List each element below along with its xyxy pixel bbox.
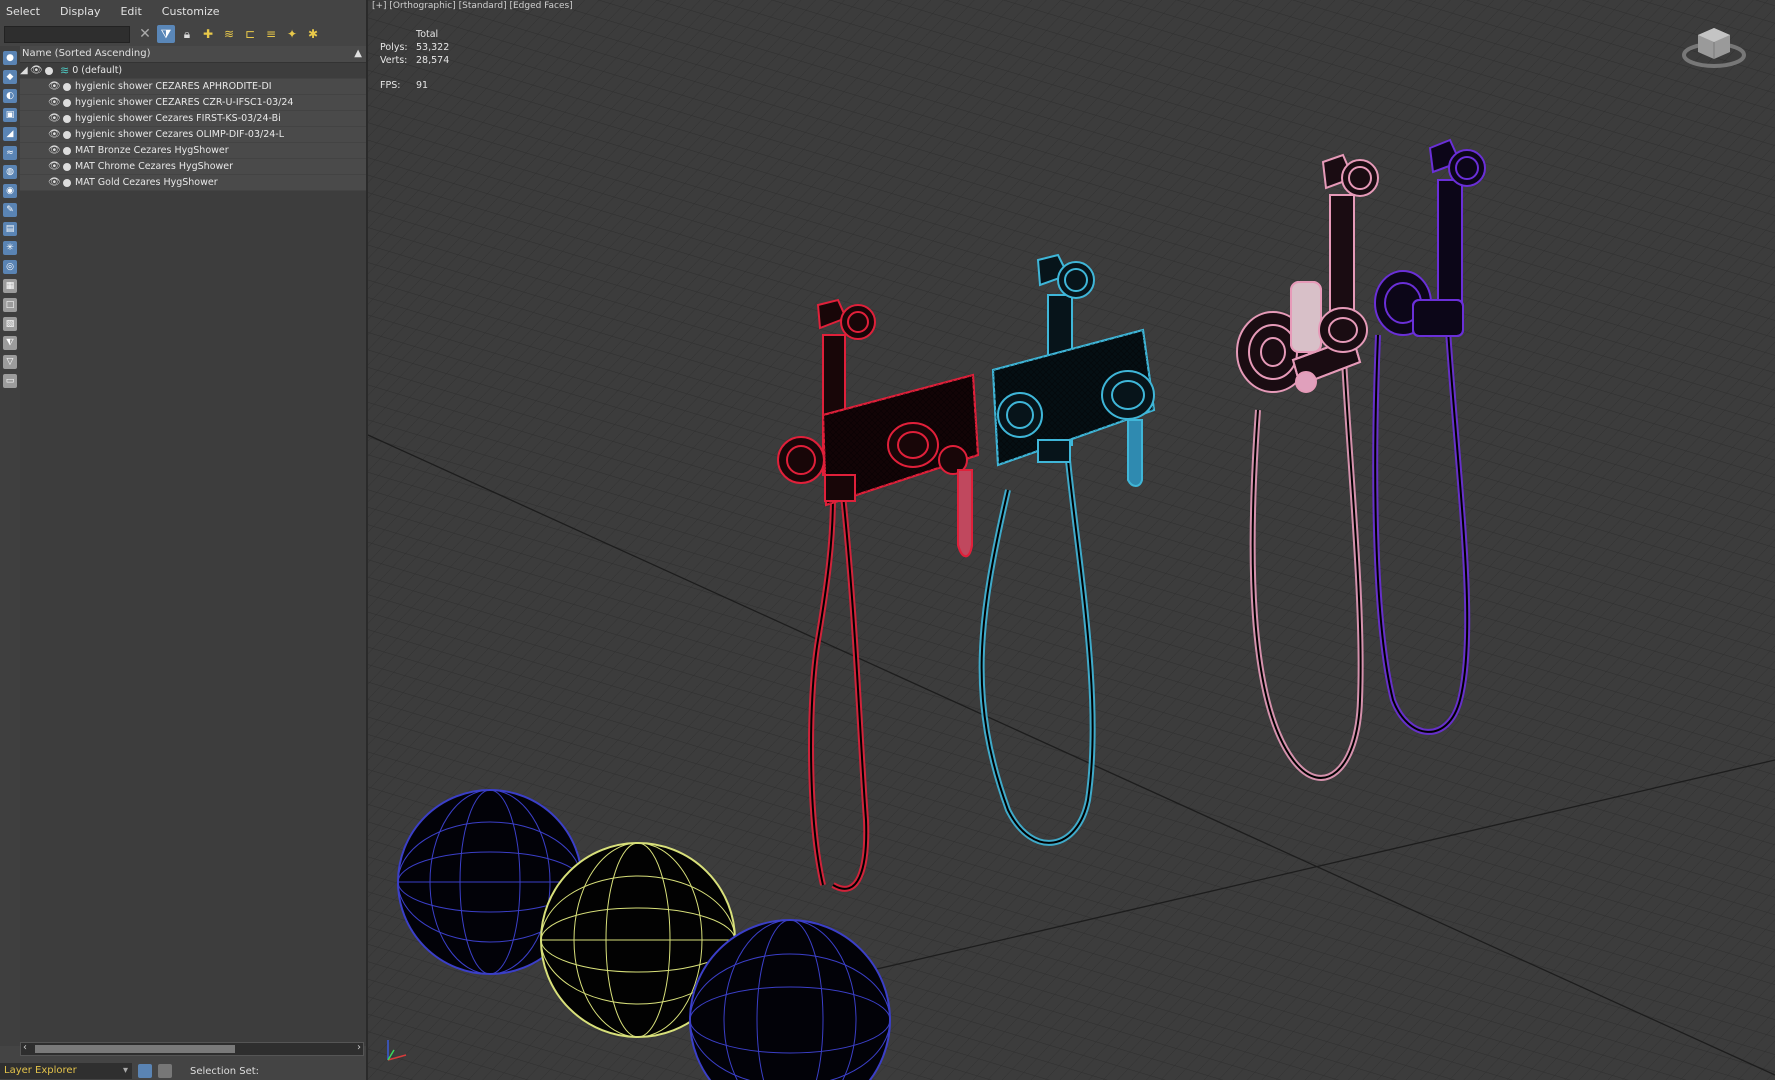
tree-row[interactable]: 👁︎ MAT Bronze Cezares HygShower <box>20 143 366 159</box>
stats-total-label: Total <box>416 29 439 40</box>
explorer-type-dropdown[interactable]: Layer Explorer <box>0 1063 132 1079</box>
settings-icon[interactable]: ✱ <box>304 25 322 43</box>
object-name: MAT Chrome Cezares HygShower <box>75 161 234 172</box>
tree-row[interactable]: 👁︎ hygienic shower CEZARES APHRODITE-DI <box>20 79 366 95</box>
lock-icon[interactable]: 🔒︎ <box>178 25 196 43</box>
render-dot-icon[interactable] <box>63 82 71 91</box>
polys-value: 53,322 <box>416 42 450 53</box>
selection-set-label: Selection Set: <box>190 1065 260 1077</box>
explorer-status-bar: Layer Explorer Selection Set: <box>0 1062 366 1080</box>
tree-row[interactable]: 👁︎ hygienic shower Cezares OLIMP-DIF-03/… <box>20 127 366 143</box>
hierarchy-icon[interactable]: ⊏ <box>241 25 259 43</box>
layer-name: 0 (default) <box>72 65 123 76</box>
display-invert-icon[interactable]: ▧ <box>3 317 17 331</box>
horizontal-scrollbar[interactable]: ‹ › <box>20 1042 364 1056</box>
layers-icon[interactable]: ≡ <box>262 25 280 43</box>
menu-select[interactable]: Select <box>6 5 40 18</box>
object-name: MAT Bronze Cezares HygShower <box>75 145 229 156</box>
object-name: hygienic shower Cezares OLIMP-DIF-03/24-… <box>75 129 285 140</box>
display-lights-icon[interactable]: ▣ <box>3 108 17 122</box>
layer-stack-icon[interactable]: ≋ <box>220 25 238 43</box>
object-name: hygienic shower CEZARES APHRODITE-DI <box>75 81 272 92</box>
display-bones-icon[interactable]: ▤ <box>3 222 17 236</box>
freeze-dot-icon[interactable] <box>45 66 53 75</box>
display-shapes-icon[interactable]: ◐ <box>3 89 17 103</box>
display-xrefs-icon[interactable]: ✎ <box>3 203 17 217</box>
add-layer-icon[interactable]: ✚ <box>199 25 217 43</box>
display-helpers-icon[interactable]: ≈ <box>3 146 17 160</box>
eye-icon[interactable]: 👁︎ <box>48 143 61 158</box>
column-header-label: Name (Sorted Ascending) <box>22 48 151 59</box>
display-hidden-icon[interactable]: ◎ <box>3 260 17 274</box>
object-name: hygienic shower Cezares FIRST-KS-03/24-B… <box>75 113 281 124</box>
display-cameras-icon[interactable]: ◢ <box>3 127 17 141</box>
render-dot-icon[interactable] <box>63 114 71 123</box>
render-dot-icon[interactable] <box>63 98 71 107</box>
funnel-icon[interactable]: ▽ <box>3 355 17 369</box>
light-icon[interactable]: ✦ <box>283 25 301 43</box>
display-all-icon[interactable]: ▦ <box>3 279 17 293</box>
tree-row[interactable]: 👁︎ MAT Chrome Cezares HygShower <box>20 159 366 175</box>
verts-label: Verts: <box>380 55 408 66</box>
scrollbar-thumb[interactable] <box>35 1045 235 1053</box>
eye-icon[interactable]: 👁︎ <box>30 63 43 78</box>
filter-icon[interactable]: ⧩ <box>157 25 175 43</box>
display-spacewarps-icon[interactable]: ◍ <box>3 165 17 179</box>
sort-by-layer-icon[interactable] <box>138 1064 152 1078</box>
render-dot-icon[interactable] <box>63 130 71 139</box>
scene-statistics: Total Polys: 53,322 Verts: 28,574 FPS: 91 <box>380 28 449 92</box>
layer-stack-icon: ≋ <box>60 64 70 77</box>
filter-toggle-icon[interactable]: ⧨ <box>3 336 17 350</box>
eye-icon[interactable]: 👁︎ <box>48 159 61 174</box>
menu-customize[interactable]: Customize <box>162 5 220 18</box>
display-objects-icon[interactable]: ● <box>3 51 17 65</box>
perspective-viewport[interactable]: [+] [Orthographic] [Standard] [Edged Fac… <box>368 0 1775 1080</box>
sort-arrow-icon: ▲ <box>354 48 362 59</box>
tree-row[interactable]: 👁︎ hygienic shower CEZARES CZR-U-IFSC1-0… <box>20 95 366 111</box>
container-icon[interactable]: ▭ <box>3 374 17 388</box>
column-header[interactable]: Name (Sorted Ascending) ▲ <box>20 46 366 63</box>
eye-icon[interactable]: 👁︎ <box>48 79 61 94</box>
display-geometry-icon[interactable]: ◆ <box>3 70 17 84</box>
eye-icon[interactable]: 👁︎ <box>48 95 61 110</box>
viewport-canvas[interactable] <box>368 0 1775 1080</box>
scene-explorer-panel: Select Display Edit Customize ✕ ⧩ 🔒︎ ✚ ≋… <box>0 0 368 1080</box>
layer-row-default[interactable]: ◢ 👁︎ ≋ 0 (default) <box>20 63 366 79</box>
clear-search-icon[interactable]: ✕ <box>136 25 154 43</box>
display-groups-icon[interactable]: ◉ <box>3 184 17 198</box>
object-name: hygienic shower CEZARES CZR-U-IFSC1-03/2… <box>75 97 294 108</box>
render-dot-icon[interactable] <box>63 178 71 187</box>
eye-icon[interactable]: 👁︎ <box>48 127 61 142</box>
explorer-toolbar: ✕ ⧩ 🔒︎ ✚ ≋ ⊏ ≡ ✦ ✱ <box>0 22 366 46</box>
tree-row[interactable]: 👁︎ MAT Gold Cezares HygShower <box>20 175 366 191</box>
scroll-left-icon[interactable]: ‹ <box>23 1042 27 1053</box>
display-none-icon[interactable]: □ <box>3 298 17 312</box>
render-dot-icon[interactable] <box>63 162 71 171</box>
scroll-right-icon[interactable]: › <box>357 1042 361 1053</box>
menu-edit[interactable]: Edit <box>120 5 141 18</box>
render-dot-icon[interactable] <box>63 146 71 155</box>
collapse-triangle-icon[interactable]: ◢ <box>20 63 30 78</box>
search-input[interactable] <box>4 25 130 43</box>
fps-value: 91 <box>416 80 429 91</box>
sort-by-hierarchy-icon[interactable] <box>158 1064 172 1078</box>
3dsmax-window: Select Display Edit Customize ✕ ⧩ 🔒︎ ✚ ≋… <box>0 0 1775 1080</box>
explorer-side-toolbar: ● ◆ ◐ ▣ ◢ ≈ ◍ ◉ ✎ ▤ ✳ ◎ ▦ □ ▧ ⧨ ▽ ▭ <box>0 46 20 1046</box>
layer-tree: Name (Sorted Ascending) ▲ ◢ 👁︎ ≋ 0 (defa… <box>20 46 366 1046</box>
polys-label: Polys: <box>380 42 408 53</box>
fps-label: FPS: <box>380 80 401 91</box>
tree-row[interactable]: 👁︎ hygienic shower Cezares FIRST-KS-03/2… <box>20 111 366 127</box>
menu-display[interactable]: Display <box>60 5 101 18</box>
viewport-label-menu[interactable]: [+] [Orthographic] [Standard] [Edged Fac… <box>372 1 573 11</box>
eye-icon[interactable]: 👁︎ <box>48 111 61 126</box>
display-containers-icon[interactable]: ✳ <box>3 241 17 255</box>
menu-bar: Select Display Edit Customize <box>0 0 366 22</box>
object-name: MAT Gold Cezares HygShower <box>75 177 218 188</box>
eye-icon[interactable]: 👁︎ <box>48 175 61 190</box>
verts-value: 28,574 <box>416 55 450 66</box>
